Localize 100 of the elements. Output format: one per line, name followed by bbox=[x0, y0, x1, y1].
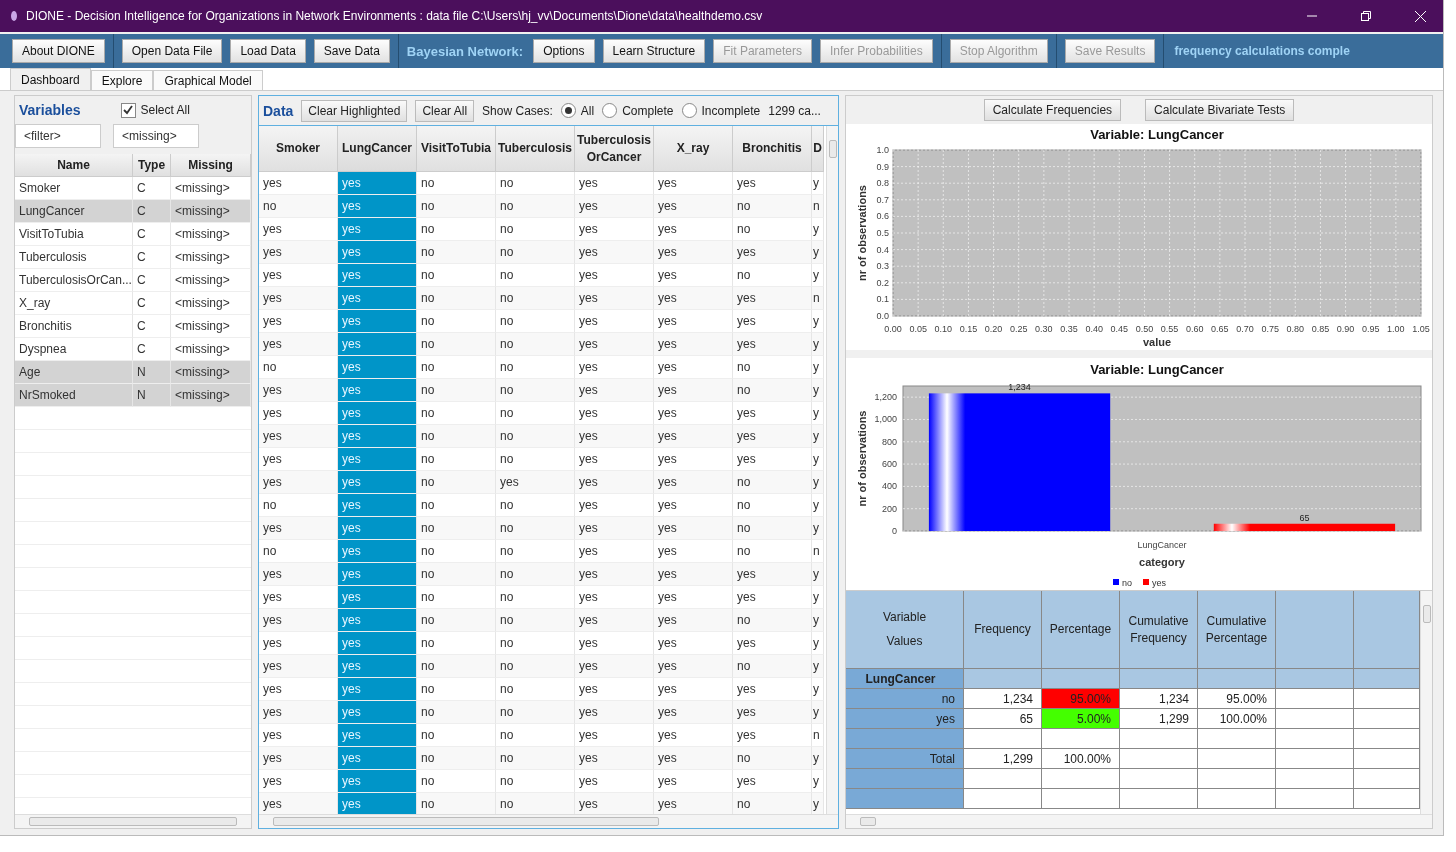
table-cell: yes bbox=[338, 425, 417, 448]
column-header[interactable]: X_ray bbox=[654, 126, 733, 172]
toolbar-button[interactable]: Learn Structure bbox=[602, 39, 706, 63]
toolbar-button[interactable]: About DIONE bbox=[12, 39, 105, 63]
tab[interactable]: Explore bbox=[90, 70, 154, 90]
column-header[interactable]: Name bbox=[15, 154, 133, 177]
table-cell[interactable]: X_ray bbox=[15, 292, 133, 315]
table-cell: no bbox=[496, 655, 575, 678]
row-header: Total bbox=[846, 749, 964, 769]
table-cell: N bbox=[133, 361, 171, 384]
table-cell: y bbox=[812, 356, 824, 379]
table-cell[interactable]: Tuberculosis bbox=[15, 246, 133, 269]
toolbar-button[interactable]: Save Data bbox=[313, 39, 390, 63]
table-cell: 95.00% bbox=[1042, 689, 1120, 709]
table-cell[interactable]: LungCancer bbox=[15, 200, 133, 223]
table-cell[interactable]: TuberculosisOrCan... bbox=[15, 269, 133, 292]
table-cell: yes bbox=[575, 471, 654, 494]
toolbar-button[interactable]: Clear Highlighted bbox=[301, 99, 408, 122]
tick-label: 0.70 bbox=[1236, 324, 1254, 334]
table-cell: no bbox=[417, 402, 496, 425]
table-cell: yes bbox=[575, 264, 654, 287]
table-cell: <missing> bbox=[171, 177, 251, 200]
table-cell: yes bbox=[259, 609, 338, 632]
table-cell: yes bbox=[575, 724, 654, 747]
table-cell: no bbox=[417, 379, 496, 402]
tab[interactable]: Dashboard bbox=[10, 68, 91, 90]
table-cell: no bbox=[733, 494, 812, 517]
missing-field[interactable]: <missing> bbox=[113, 124, 199, 148]
table-cell: yes bbox=[338, 356, 417, 379]
table-cell: yes bbox=[338, 264, 417, 287]
table-cell[interactable]: VisitToTubia bbox=[15, 223, 133, 246]
table-cell: no bbox=[496, 494, 575, 517]
table-cell: yes bbox=[259, 471, 338, 494]
tab[interactable]: Graphical Model bbox=[153, 70, 263, 90]
column-header[interactable]: Smoker bbox=[259, 126, 338, 172]
table-cell: yes bbox=[575, 770, 654, 793]
table-cell: no bbox=[496, 770, 575, 793]
table-cell: yes bbox=[654, 655, 733, 678]
table-cell: no bbox=[417, 609, 496, 632]
column-header[interactable]: Tuberculosis OrCancer bbox=[575, 126, 654, 172]
table-cell: yes bbox=[259, 793, 338, 814]
table-cell[interactable]: Age bbox=[15, 361, 133, 384]
table-cell: yes bbox=[575, 448, 654, 471]
table-cell: no bbox=[496, 402, 575, 425]
table-cell: no bbox=[496, 218, 575, 241]
legend-label: no bbox=[1122, 578, 1132, 588]
table-cell: yes bbox=[654, 494, 733, 517]
table-cell: yes bbox=[733, 310, 812, 333]
table-cell: no bbox=[417, 356, 496, 379]
tick-label: 0.55 bbox=[1160, 324, 1179, 334]
table-cell: yes bbox=[338, 701, 417, 724]
table-cell: yes bbox=[338, 517, 417, 540]
table-cell[interactable]: NrSmoked bbox=[15, 384, 133, 407]
table-cell: yes bbox=[259, 770, 338, 793]
table-cell: <missing> bbox=[171, 269, 251, 292]
filter-field[interactable]: <filter> bbox=[15, 124, 101, 148]
toolbar-button[interactable]: Load Data bbox=[230, 39, 306, 63]
table-cell: yes bbox=[338, 770, 417, 793]
table-cell[interactable]: Smoker bbox=[15, 177, 133, 200]
column-header[interactable]: D bbox=[812, 126, 824, 172]
radio-label[interactable]: All bbox=[580, 103, 595, 118]
table-cell: no bbox=[496, 310, 575, 333]
toolbar-button[interactable]: Calculate Frequencies bbox=[983, 99, 1122, 121]
table-cell: no bbox=[733, 540, 812, 563]
table-cell: yes bbox=[259, 264, 338, 287]
column-header[interactable]: Type bbox=[133, 154, 171, 177]
column-header[interactable]: Missing bbox=[171, 154, 251, 177]
toolbar-button[interactable]: Options bbox=[533, 39, 595, 63]
table-cell: no bbox=[417, 310, 496, 333]
toolbar-button[interactable]: Calculate Bivariate Tests bbox=[1145, 99, 1295, 121]
table-cell: yes bbox=[575, 218, 654, 241]
radio-label[interactable]: Complete bbox=[622, 103, 674, 118]
tick-label: 0.5 bbox=[876, 228, 889, 238]
table-cell: <missing> bbox=[171, 246, 251, 269]
checkbox-label[interactable]: Select All bbox=[140, 103, 190, 117]
table-cell[interactable]: Bronchitis bbox=[15, 315, 133, 338]
table-cell: yes bbox=[259, 287, 338, 310]
table-cell: yes bbox=[338, 747, 417, 770]
column-header[interactable]: LungCancer bbox=[338, 126, 417, 172]
column-header[interactable]: VisitToTubia bbox=[417, 126, 496, 172]
table-cell: yes bbox=[733, 678, 812, 701]
table-cell: no bbox=[496, 747, 575, 770]
table-cell: yes bbox=[654, 287, 733, 310]
table-cell: no bbox=[417, 701, 496, 724]
toolbar-button[interactable]: Open Data File bbox=[121, 39, 223, 63]
table-cell: 100.00% bbox=[1198, 709, 1276, 729]
row-header: yes bbox=[846, 709, 964, 729]
table-cell[interactable]: Dyspnea bbox=[15, 338, 133, 361]
toolbar-button[interactable]: Clear All bbox=[415, 99, 475, 122]
table-cell: yes bbox=[338, 287, 417, 310]
table-cell: no bbox=[417, 540, 496, 563]
table-cell: C bbox=[133, 200, 171, 223]
tick-label: 0.15 bbox=[959, 324, 978, 334]
table-cell: <missing> bbox=[171, 200, 251, 223]
show-cases-label: Show Cases: bbox=[482, 103, 553, 118]
radio-label[interactable]: Incomplete bbox=[701, 103, 761, 118]
tick-label: 0.7 bbox=[876, 194, 889, 205]
column-header[interactable]: Bronchitis bbox=[733, 126, 812, 172]
table-cell: yes bbox=[654, 540, 733, 563]
column-header[interactable]: Tuberculosis bbox=[496, 126, 575, 172]
